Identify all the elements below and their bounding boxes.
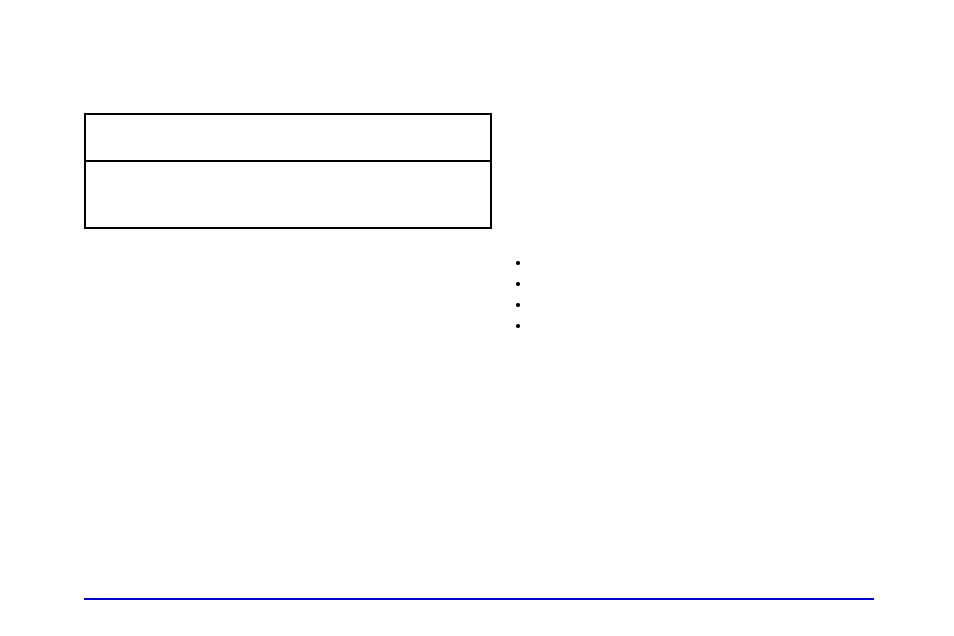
- box-divider: [86, 160, 490, 162]
- page: [0, 0, 954, 636]
- two-row-box: [84, 113, 492, 229]
- footer-rule: [84, 598, 874, 600]
